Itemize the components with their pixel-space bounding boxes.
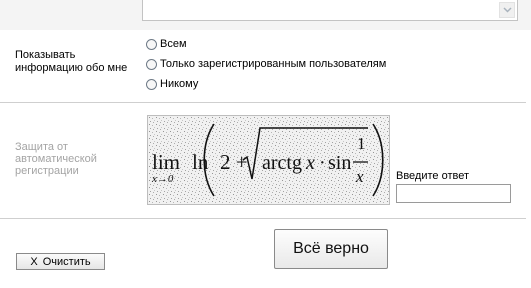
radio-label: Никому <box>160 78 199 90</box>
formula-ln: ln <box>192 150 209 174</box>
answer-input[interactable] <box>396 184 511 203</box>
radio-option-nobody[interactable]: Никому <box>146 76 198 92</box>
x-icon: X <box>30 255 38 268</box>
formula-x: x <box>305 152 315 174</box>
clear-button-label: Очистить <box>42 255 91 268</box>
clear-button[interactable]: X Очистить <box>16 253 105 270</box>
radio-button[interactable] <box>146 38 157 50</box>
formula-sin: sin <box>328 152 351 174</box>
formula-lim-sub: x→0 <box>151 173 174 185</box>
captcha-label: Защита от автоматической регистрации <box>15 141 97 177</box>
formula-denominator: x <box>355 167 364 186</box>
radio-option-all[interactable]: Всем <box>146 36 187 52</box>
radio-button[interactable] <box>146 58 157 70</box>
captcha-image: lim x→0 ln 2 + arctg x · sin 1 x <box>147 115 390 205</box>
radio-label: Только зарегистрированным пользователям <box>160 58 387 70</box>
privacy-label: Показывать информацию обо мне <box>15 49 128 74</box>
formula-arctg: arctg <box>262 152 302 174</box>
chevron-down-icon <box>503 7 512 13</box>
formula-lim: lim <box>152 150 180 174</box>
radio-label: Всем <box>160 38 187 50</box>
captcha-formula: lim x→0 ln 2 + arctg x · sin 1 x <box>148 116 389 204</box>
scroll-down-button[interactable] <box>499 2 515 18</box>
radio-option-registered[interactable]: Только зарегистрированным пользователям <box>146 56 386 72</box>
formula-numerator: 1 <box>357 134 366 153</box>
formula-two-plus: 2 + <box>220 150 248 174</box>
answer-label: Введите ответ <box>396 170 470 182</box>
formula-dot: · <box>319 152 326 174</box>
text-area[interactable] <box>142 0 518 21</box>
section-divider <box>0 102 526 103</box>
section-divider <box>0 218 526 219</box>
radio-button[interactable] <box>146 78 157 90</box>
submit-button[interactable]: Всё верно <box>274 229 388 269</box>
